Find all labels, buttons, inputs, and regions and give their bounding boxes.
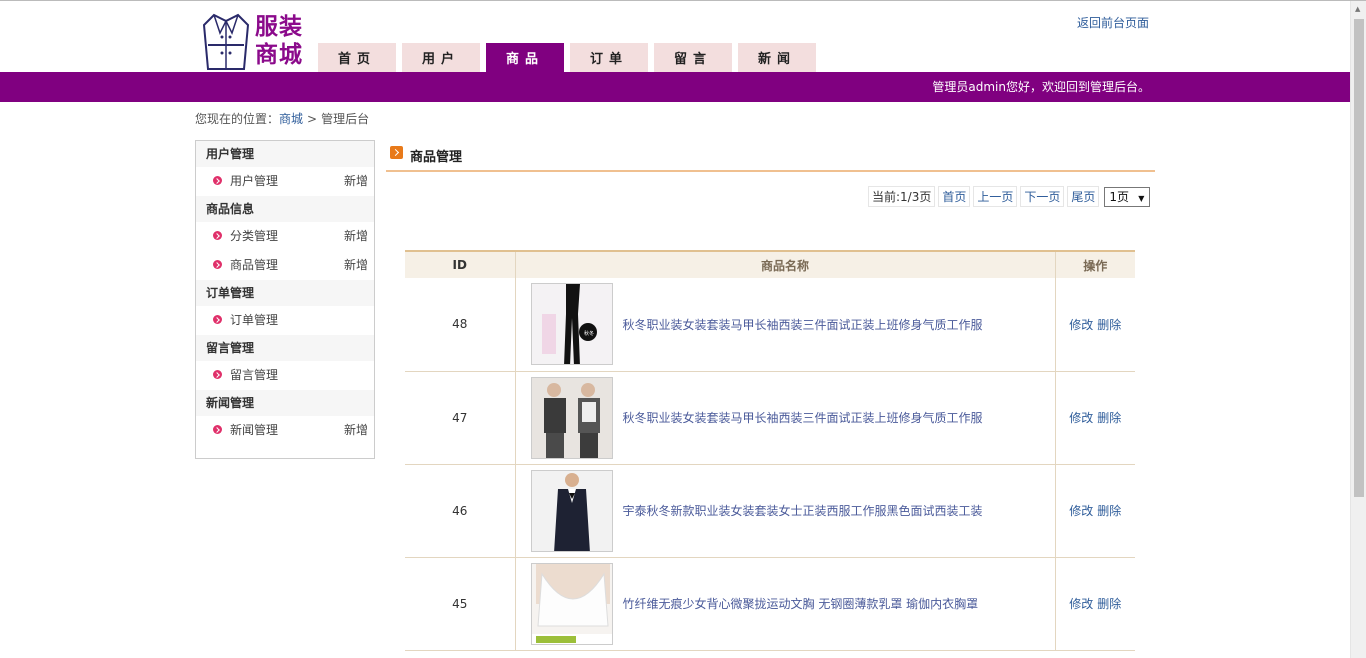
coat-logo-icon bbox=[202, 13, 250, 70]
logo-text-2: 商城 bbox=[255, 41, 303, 68]
scrollbar-thumb[interactable] bbox=[1354, 19, 1364, 497]
pagination: 当前:1/3页 首页 上一页 下一页 尾页 1页 ▼ bbox=[868, 186, 1151, 207]
next-page-link[interactable]: 下一页 bbox=[1020, 186, 1065, 207]
sidebar-group-title: 用户管理 bbox=[196, 141, 374, 167]
scroll-up-arrow-icon[interactable]: ▲ bbox=[1355, 5, 1360, 13]
product-thumbnail[interactable] bbox=[530, 469, 613, 552]
product-name-link[interactable]: 秋冬职业装女装套装马甲长袖西装三件面试正装上班修身气质工作服 bbox=[623, 409, 983, 426]
sidebar-item-category-manage: 分类管理 新增 bbox=[196, 222, 374, 251]
sidebar-item-label[interactable]: 分类管理 bbox=[230, 229, 278, 243]
product-thumbnail[interactable] bbox=[530, 376, 613, 459]
sidebar-item-label[interactable]: 留言管理 bbox=[230, 368, 278, 382]
prev-page-link[interactable]: 上一页 bbox=[973, 186, 1018, 207]
sidebar-item-label[interactable]: 用户管理 bbox=[230, 174, 278, 188]
page-scrollbar[interactable]: ▲ bbox=[1350, 1, 1366, 658]
sidebar-item-news-manage: 新闻管理 新增 bbox=[196, 416, 374, 445]
page-select[interactable]: 1页 ▼ bbox=[1104, 186, 1151, 207]
table-header-row: ID 商品名称 操作 bbox=[405, 250, 1135, 278]
sidebar-group-title: 留言管理 bbox=[196, 335, 374, 361]
sidebar-group-title: 商品信息 bbox=[196, 196, 374, 222]
logo-text-1: 服装 bbox=[255, 13, 303, 40]
svg-text:秋冬: 秋冬 bbox=[584, 330, 594, 337]
column-header-op: 操作 bbox=[1054, 250, 1135, 278]
header-bar: 管理员admin您好，欢迎回到管理后台。 bbox=[0, 72, 1350, 102]
delete-link[interactable]: 删除 bbox=[1097, 411, 1121, 425]
back-to-frontend-link[interactable]: 返回前台页面 bbox=[1077, 14, 1149, 31]
product-name-link[interactable]: 宇泰秋冬新款职业装女装套装女士正装西服工作服黑色面试西装工装 bbox=[623, 502, 983, 519]
welcome-text: 管理员admin您好，欢迎回到管理后台。 bbox=[932, 80, 1150, 94]
sidebar-group-title: 新闻管理 bbox=[196, 390, 374, 416]
sidebar-item-label[interactable]: 订单管理 bbox=[230, 313, 278, 327]
page-title: 商品管理 bbox=[410, 150, 463, 165]
breadcrumb-current: 管理后台 bbox=[321, 112, 370, 126]
product-thumbnail[interactable]: 秋冬 bbox=[530, 283, 613, 366]
delete-link[interactable]: 删除 bbox=[1097, 597, 1121, 611]
row-id: 47 bbox=[405, 371, 516, 465]
sidebar-group-title: 订单管理 bbox=[196, 280, 374, 306]
row-id: 48 bbox=[405, 278, 516, 372]
sidebar-item-product-manage: 商品管理 新增 bbox=[196, 251, 374, 280]
dropdown-arrow-icon: ▼ bbox=[1138, 193, 1145, 203]
panel-header: 商品管理 bbox=[386, 144, 1155, 172]
sidebar: 用户管理 用户管理 新增 商品信息 分类管理 新增 商品管理 新增 订单管理 订… bbox=[195, 140, 375, 459]
table-row: 45 竹纤维无痕少女背心微聚拢运动文胸 无钢圈薄款乳罩 瑜伽内衣胸罩 修改 删除 bbox=[405, 557, 1135, 651]
column-header-name: 商品名称 bbox=[515, 250, 1055, 278]
breadcrumb-home-link[interactable]: 商城 bbox=[279, 112, 303, 126]
nav-tab-home[interactable]: 首页 bbox=[318, 43, 396, 73]
product-thumbnail[interactable] bbox=[530, 562, 613, 645]
breadcrumb-prefix: 您现在的位置： bbox=[195, 112, 280, 126]
edit-link[interactable]: 修改 bbox=[1069, 597, 1093, 611]
edit-link[interactable]: 修改 bbox=[1069, 318, 1093, 332]
sidebar-item-label[interactable]: 商品管理 bbox=[230, 258, 278, 272]
delete-link[interactable]: 删除 bbox=[1097, 318, 1121, 332]
arrow-bullet-icon bbox=[213, 231, 222, 240]
sidebar-item-order-manage: 订单管理 bbox=[196, 306, 374, 335]
table-row: 46 宇泰秋冬新款职业装女装套装女士正装西服工作服黑色面试西装工装 修改 删除 bbox=[405, 464, 1135, 558]
table-row: 47 秋冬职业装女装套装马甲长袖西装三件面试正装上班修身气质工作服 修改 删除 bbox=[405, 371, 1135, 465]
last-page-link[interactable]: 尾页 bbox=[1067, 186, 1100, 207]
sidebar-item-message-manage: 留言管理 bbox=[196, 361, 374, 390]
sidebar-add-link[interactable]: 新增 bbox=[344, 416, 368, 445]
arrow-bullet-icon bbox=[213, 315, 222, 324]
nav-tab-news[interactable]: 新闻 bbox=[738, 43, 816, 73]
page-select-value: 1页 bbox=[1109, 189, 1130, 204]
sidebar-add-link[interactable]: 新增 bbox=[344, 251, 368, 280]
page-info: 当前:1/3页 bbox=[868, 186, 936, 207]
row-id: 46 bbox=[405, 464, 516, 558]
sidebar-item-label[interactable]: 新闻管理 bbox=[230, 423, 278, 437]
breadcrumb-separator: > bbox=[307, 112, 318, 126]
main-nav: 首页 用户 商品 订单 留言 新闻 bbox=[318, 43, 822, 73]
breadcrumb: 您现在的位置：商城 > 管理后台 bbox=[195, 110, 369, 127]
site-logo: 服装 商城 bbox=[200, 11, 310, 71]
delete-link[interactable]: 删除 bbox=[1097, 504, 1121, 518]
nav-tab-orders[interactable]: 订单 bbox=[570, 43, 648, 73]
arrow-right-icon bbox=[390, 146, 403, 159]
sidebar-item-user-manage: 用户管理 新增 bbox=[196, 167, 374, 196]
sidebar-add-link[interactable]: 新增 bbox=[344, 167, 368, 196]
arrow-bullet-icon bbox=[213, 176, 222, 185]
arrow-bullet-icon bbox=[213, 425, 222, 434]
nav-tab-products[interactable]: 商品 bbox=[486, 43, 564, 73]
arrow-bullet-icon bbox=[213, 260, 222, 269]
product-table: ID 商品名称 操作 48 秋冬 秋冬职业装女装套装马甲长袖西装三件面试正装上班… bbox=[405, 250, 1135, 651]
nav-tab-users[interactable]: 用户 bbox=[402, 43, 480, 73]
nav-tab-messages[interactable]: 留言 bbox=[654, 43, 732, 73]
edit-link[interactable]: 修改 bbox=[1069, 411, 1093, 425]
edit-link[interactable]: 修改 bbox=[1069, 504, 1093, 518]
product-name-link[interactable]: 竹纤维无痕少女背心微聚拢运动文胸 无钢圈薄款乳罩 瑜伽内衣胸罩 bbox=[623, 595, 979, 612]
row-id: 45 bbox=[405, 557, 516, 651]
arrow-bullet-icon bbox=[213, 370, 222, 379]
column-header-id: ID bbox=[405, 250, 516, 278]
table-row: 48 秋冬 秋冬职业装女装套装马甲长袖西装三件面试正装上班修身气质工作服 修改 … bbox=[405, 278, 1135, 372]
product-name-link[interactable]: 秋冬职业装女装套装马甲长袖西装三件面试正装上班修身气质工作服 bbox=[623, 316, 983, 333]
first-page-link[interactable]: 首页 bbox=[938, 186, 971, 207]
sidebar-add-link[interactable]: 新增 bbox=[344, 222, 368, 251]
